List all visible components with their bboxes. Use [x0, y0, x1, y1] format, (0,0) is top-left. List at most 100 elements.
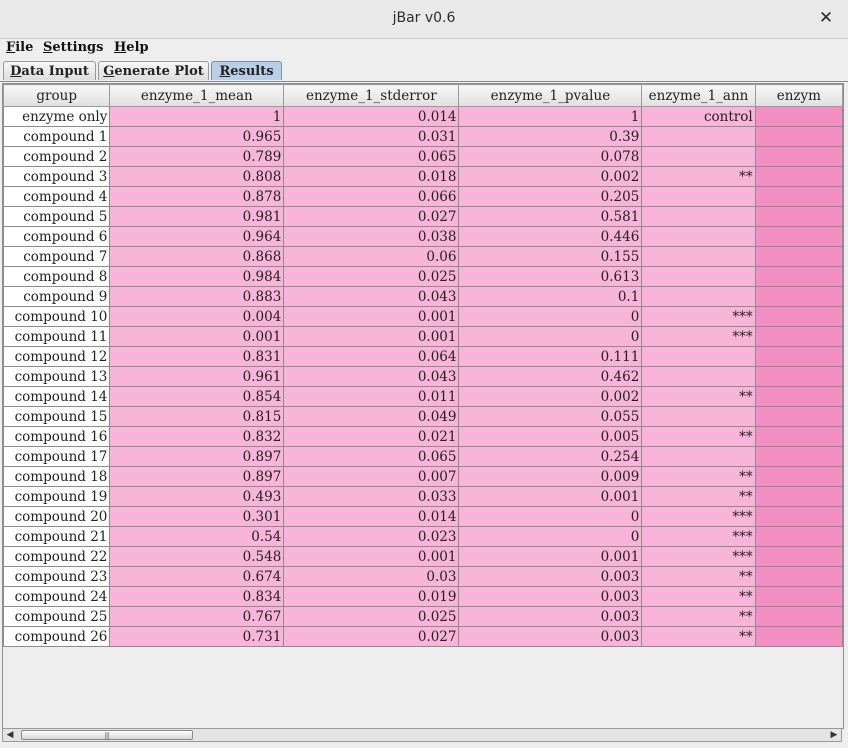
ann-cell[interactable]: ** [641, 386, 756, 407]
ann-cell[interactable]: control [641, 106, 756, 127]
group-cell[interactable]: compound 5 [3, 206, 111, 227]
stderror-cell[interactable]: 0.03 [283, 566, 460, 587]
group-cell[interactable]: compound 23 [3, 566, 111, 587]
ann-cell[interactable]: *** [641, 546, 756, 567]
table-row[interactable]: compound 16 0.832 0.021 0.005 ** [3, 426, 843, 447]
pvalue-cell[interactable]: 0.003 [458, 586, 643, 607]
truncated-column-cell[interactable] [754, 126, 843, 147]
truncated-column-cell[interactable] [754, 486, 843, 507]
stderror-cell[interactable]: 0.023 [283, 526, 460, 547]
mean-cell[interactable]: 0.965 [109, 126, 285, 147]
table-row[interactable]: compound 18 0.897 0.007 0.009 ** [3, 466, 843, 487]
group-cell[interactable]: compound 3 [3, 166, 111, 187]
table-row[interactable]: compound 14 0.854 0.011 0.002 ** [3, 386, 843, 407]
mean-cell[interactable]: 0.808 [109, 166, 285, 187]
truncated-column-cell[interactable] [754, 586, 843, 607]
table-row[interactable]: enzyme only 1 0.014 1 control [3, 106, 843, 127]
mean-cell[interactable]: 0.961 [109, 366, 285, 387]
ann-cell[interactable]: ** [641, 166, 756, 187]
group-cell[interactable]: compound 20 [3, 506, 111, 527]
group-cell[interactable]: compound 11 [3, 326, 111, 347]
stderror-cell[interactable]: 0.043 [283, 286, 460, 307]
mean-cell[interactable]: 0.789 [109, 146, 285, 167]
table-row[interactable]: compound 26 0.731 0.027 0.003 ** [3, 626, 843, 647]
table-row[interactable]: compound 12 0.831 0.064 0.111 [3, 346, 843, 367]
ann-cell[interactable]: ** [641, 486, 756, 507]
scroll-left-icon[interactable]: ◀ [3, 729, 17, 741]
pvalue-cell[interactable]: 0.205 [458, 186, 643, 207]
pvalue-cell[interactable]: 0.005 [458, 426, 643, 447]
horizontal-scrollbar[interactable]: ◀ ||| ▶ [2, 728, 842, 742]
ann-cell[interactable]: *** [641, 326, 756, 347]
group-cell[interactable]: compound 16 [3, 426, 111, 447]
table-row[interactable]: compound 7 0.868 0.06 0.155 [3, 246, 843, 267]
ann-cell[interactable] [641, 406, 756, 427]
ann-cell[interactable] [641, 266, 756, 287]
pvalue-cell[interactable]: 0.462 [458, 366, 643, 387]
truncated-column-cell[interactable] [754, 326, 843, 347]
ann-cell[interactable]: ** [641, 586, 756, 607]
scroll-right-icon[interactable]: ▶ [827, 729, 841, 741]
menu-help[interactable]: Help [114, 40, 149, 55]
ann-cell[interactable] [641, 226, 756, 247]
group-cell[interactable]: compound 1 [3, 126, 111, 147]
truncated-column-cell[interactable] [754, 526, 843, 547]
mean-cell[interactable]: 0.674 [109, 566, 285, 587]
ann-cell[interactable]: ** [641, 426, 756, 447]
group-cell[interactable]: compound 14 [3, 386, 111, 407]
mean-cell[interactable]: 0.731 [109, 626, 285, 647]
pvalue-cell[interactable]: 0.155 [458, 246, 643, 267]
ann-cell[interactable] [641, 286, 756, 307]
mean-cell[interactable]: 0.767 [109, 606, 285, 627]
column-header-enzyme-1-pvalue[interactable]: enzyme_1_pvalue [458, 84, 643, 107]
mean-cell[interactable]: 0.868 [109, 246, 285, 267]
mean-cell[interactable]: 0.548 [109, 546, 285, 567]
column-header-enzyme-1-mean[interactable]: enzyme_1_mean [109, 84, 285, 107]
mean-cell[interactable]: 0.897 [109, 466, 285, 487]
stderror-cell[interactable]: 0.014 [283, 506, 460, 527]
group-cell[interactable]: compound 26 [3, 626, 111, 647]
mean-cell[interactable]: 0.301 [109, 506, 285, 527]
mean-cell[interactable]: 0.815 [109, 406, 285, 427]
column-header-enzyme-1-stderror[interactable]: enzyme_1_stderror [283, 84, 460, 107]
pvalue-cell[interactable]: 0.003 [458, 566, 643, 587]
table-row[interactable]: compound 24 0.834 0.019 0.003 ** [3, 586, 843, 607]
table-row[interactable]: compound 19 0.493 0.033 0.001 ** [3, 486, 843, 507]
ann-cell[interactable]: *** [641, 306, 756, 327]
table-row[interactable]: compound 20 0.301 0.014 0 *** [3, 506, 843, 527]
stderror-cell[interactable]: 0.033 [283, 486, 460, 507]
group-cell[interactable]: compound 15 [3, 406, 111, 427]
truncated-column-cell[interactable] [754, 186, 843, 207]
mean-cell[interactable]: 0.897 [109, 446, 285, 467]
results-table-viewport[interactable]: group enzyme_1_mean enzyme_1_stderror enzym… [2, 83, 844, 729]
stderror-cell[interactable]: 0.001 [283, 326, 460, 347]
tab-data-input[interactable]: Data Input [3, 61, 96, 80]
table-row[interactable]: compound 21 0.54 0.023 0 *** [3, 526, 843, 547]
mean-cell[interactable]: 0.834 [109, 586, 285, 607]
pvalue-cell[interactable]: 0.002 [458, 166, 643, 187]
group-cell[interactable]: compound 21 [3, 526, 111, 547]
group-cell[interactable]: compound 18 [3, 466, 111, 487]
truncated-column-cell[interactable] [754, 106, 843, 127]
close-icon[interactable]: ✕ [816, 8, 836, 28]
truncated-column-cell[interactable] [754, 406, 843, 427]
table-row[interactable]: compound 11 0.001 0.001 0 *** [3, 326, 843, 347]
truncated-column-cell[interactable] [754, 146, 843, 167]
mean-cell[interactable]: 1 [109, 106, 285, 127]
pvalue-cell[interactable]: 0.1 [458, 286, 643, 307]
group-cell[interactable]: enzyme only [3, 106, 111, 127]
group-cell[interactable]: compound 10 [3, 306, 111, 327]
column-header-enzym[interactable]: enzym [754, 84, 843, 107]
ann-cell[interactable]: ** [641, 466, 756, 487]
group-cell[interactable]: compound 24 [3, 586, 111, 607]
stderror-cell[interactable]: 0.007 [283, 466, 460, 487]
mean-cell[interactable]: 0.001 [109, 326, 285, 347]
group-cell[interactable]: compound 19 [3, 486, 111, 507]
truncated-column-cell[interactable] [754, 266, 843, 287]
ann-cell[interactable]: *** [641, 506, 756, 527]
mean-cell[interactable]: 0.493 [109, 486, 285, 507]
stderror-cell[interactable]: 0.019 [283, 586, 460, 607]
group-cell[interactable]: compound 8 [3, 266, 111, 287]
truncated-column-cell[interactable] [754, 606, 843, 627]
stderror-cell[interactable]: 0.066 [283, 186, 460, 207]
